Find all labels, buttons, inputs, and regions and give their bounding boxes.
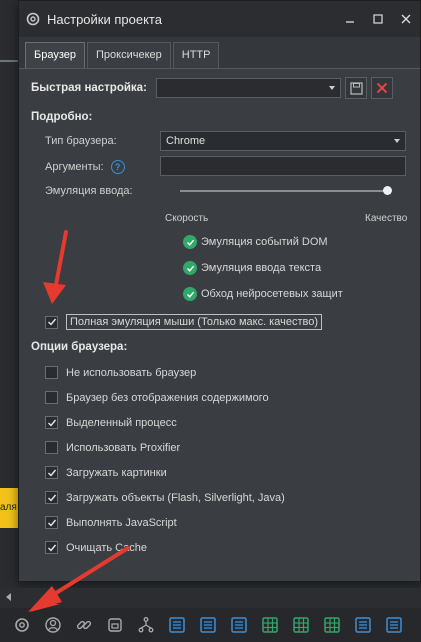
gear-icon xyxy=(25,11,41,27)
feature-label: Обход нейросетевых защит xyxy=(201,288,343,300)
arguments-label: Аргументы: ? xyxy=(45,160,125,174)
check-circle-icon xyxy=(183,261,197,275)
checkbox[interactable] xyxy=(45,541,58,554)
checkbox[interactable] xyxy=(45,416,58,429)
horizontal-scrollbar[interactable] xyxy=(0,588,421,606)
database-icon[interactable] xyxy=(103,613,127,637)
details-header: Подробно: xyxy=(31,111,93,123)
arguments-input[interactable] xyxy=(160,156,406,176)
input-emulation-slider-track[interactable] xyxy=(180,190,390,192)
browser-option-label: Очищать Cache xyxy=(66,541,147,554)
quick-setup-label: Быстрая настройка: xyxy=(31,82,147,94)
browser-option-label: Использовать Proxifier xyxy=(66,441,181,454)
feature-neural-bypass: Обход нейросетевых защит xyxy=(183,287,343,301)
browser-option-7[interactable]: Очищать Cache xyxy=(45,541,147,554)
browser-option-label: Загружать объекты (Flash, Silverlight, J… xyxy=(66,491,285,504)
feature-dom-events: Эмуляция событий DOM xyxy=(183,235,328,249)
browser-type-select[interactable]: Chrome xyxy=(160,131,406,151)
input-emulation-label: Эмуляция ввода: xyxy=(45,185,133,197)
list-blue-icon[interactable] xyxy=(227,613,251,637)
save-icon xyxy=(349,81,363,95)
full-mouse-emulation-checkbox[interactable]: Полная эмуляция мыши (Только макс. качес… xyxy=(45,314,322,330)
browser-type-label: Тип браузера: xyxy=(45,135,117,147)
chevron-down-icon xyxy=(329,86,335,90)
table-green-icon[interactable] xyxy=(258,613,282,637)
dialog-titlebar: Настройки проекта xyxy=(19,1,420,37)
tab-browser[interactable]: Браузер xyxy=(25,42,85,68)
chevron-down-icon xyxy=(394,139,400,143)
feature-label: Эмуляция ввода текста xyxy=(201,262,322,274)
checkbox[interactable] xyxy=(45,315,58,329)
tab-proxychecker[interactable]: Проксичекер xyxy=(87,42,171,68)
table-green-icon[interactable] xyxy=(320,613,344,637)
browser-option-2[interactable]: Выделенный процесс xyxy=(45,416,177,429)
check-circle-icon xyxy=(183,287,197,301)
table-green-icon[interactable] xyxy=(289,613,313,637)
browser-option-4[interactable]: Загружать картинки xyxy=(45,466,167,479)
scroll-left-icon[interactable] xyxy=(6,593,11,601)
quick-setup-row: Быстрая настройка: xyxy=(31,77,411,99)
feature-text-input: Эмуляция ввода текста xyxy=(183,261,321,275)
browser-option-1[interactable]: Браузер без отображения содержимого xyxy=(45,391,269,404)
browser-option-3[interactable]: Использовать Proxifier xyxy=(45,441,180,454)
background-highlight-left: аля xyxy=(0,488,20,528)
slider-min-label: Скорость xyxy=(165,213,209,224)
bottom-toolbar xyxy=(0,608,421,642)
checkbox[interactable] xyxy=(45,516,58,529)
browser-option-6[interactable]: Выполнять JavaScript xyxy=(45,516,177,529)
list-blue-icon[interactable] xyxy=(165,613,189,637)
browser-option-label: Выполнять JavaScript xyxy=(66,516,177,529)
quick-setup-select[interactable] xyxy=(156,78,341,98)
settings-gear-icon[interactable] xyxy=(10,613,34,637)
checkbox[interactable] xyxy=(45,441,58,454)
tab-http[interactable]: HTTP xyxy=(172,42,220,68)
save-preset-button[interactable] xyxy=(345,77,367,99)
list-blue-icon[interactable] xyxy=(351,613,375,637)
tree-icon[interactable] xyxy=(134,613,158,637)
maximize-button[interactable] xyxy=(364,5,392,33)
minimize-button[interactable] xyxy=(336,5,364,33)
check-circle-icon xyxy=(183,235,197,249)
checkbox[interactable] xyxy=(45,391,58,404)
dialog-tabs: Браузер Проксичекер HTTP xyxy=(19,37,420,69)
background-divider xyxy=(0,60,20,62)
browser-options-header: Опции браузера: xyxy=(31,341,128,353)
close-button[interactable] xyxy=(392,5,420,33)
browser-tab-content: Быстрая настройка: Подробно: Тип браузер… xyxy=(19,69,420,579)
browser-option-5[interactable]: Загружать объекты (Flash, Silverlight, J… xyxy=(45,491,285,504)
help-icon[interactable]: ? xyxy=(110,160,125,174)
project-settings-dialog: Настройки проекта Браузер Проксичекер HT… xyxy=(18,0,421,582)
browser-option-label: Браузер без отображения содержимого xyxy=(66,391,269,404)
browser-option-label: Не использовать браузер xyxy=(66,366,197,379)
feature-label: Эмуляция событий DOM xyxy=(201,236,328,248)
delete-icon xyxy=(376,82,388,94)
checkbox[interactable] xyxy=(45,491,58,504)
browser-option-0[interactable]: Не использовать браузер xyxy=(45,366,196,379)
arguments-label-text: Аргументы: xyxy=(45,161,104,173)
profile-icon[interactable] xyxy=(41,613,65,637)
browser-option-label: Выделенный процесс xyxy=(66,416,177,429)
input-emulation-slider-thumb[interactable] xyxy=(383,186,392,195)
delete-preset-button[interactable] xyxy=(371,77,393,99)
checkbox[interactable] xyxy=(45,366,58,379)
full-mouse-emulation-label: Полная эмуляция мыши (Только макс. качес… xyxy=(66,314,322,330)
checkbox[interactable] xyxy=(45,466,58,479)
dialog-title: Настройки проекта xyxy=(47,11,162,27)
browser-option-label: Загружать картинки xyxy=(66,466,167,479)
list-blue-icon[interactable] xyxy=(382,613,406,637)
list-blue-icon[interactable] xyxy=(196,613,220,637)
browser-type-value: Chrome xyxy=(166,135,206,147)
slider-max-label: Качество xyxy=(365,213,408,224)
link-icon[interactable] xyxy=(72,613,96,637)
